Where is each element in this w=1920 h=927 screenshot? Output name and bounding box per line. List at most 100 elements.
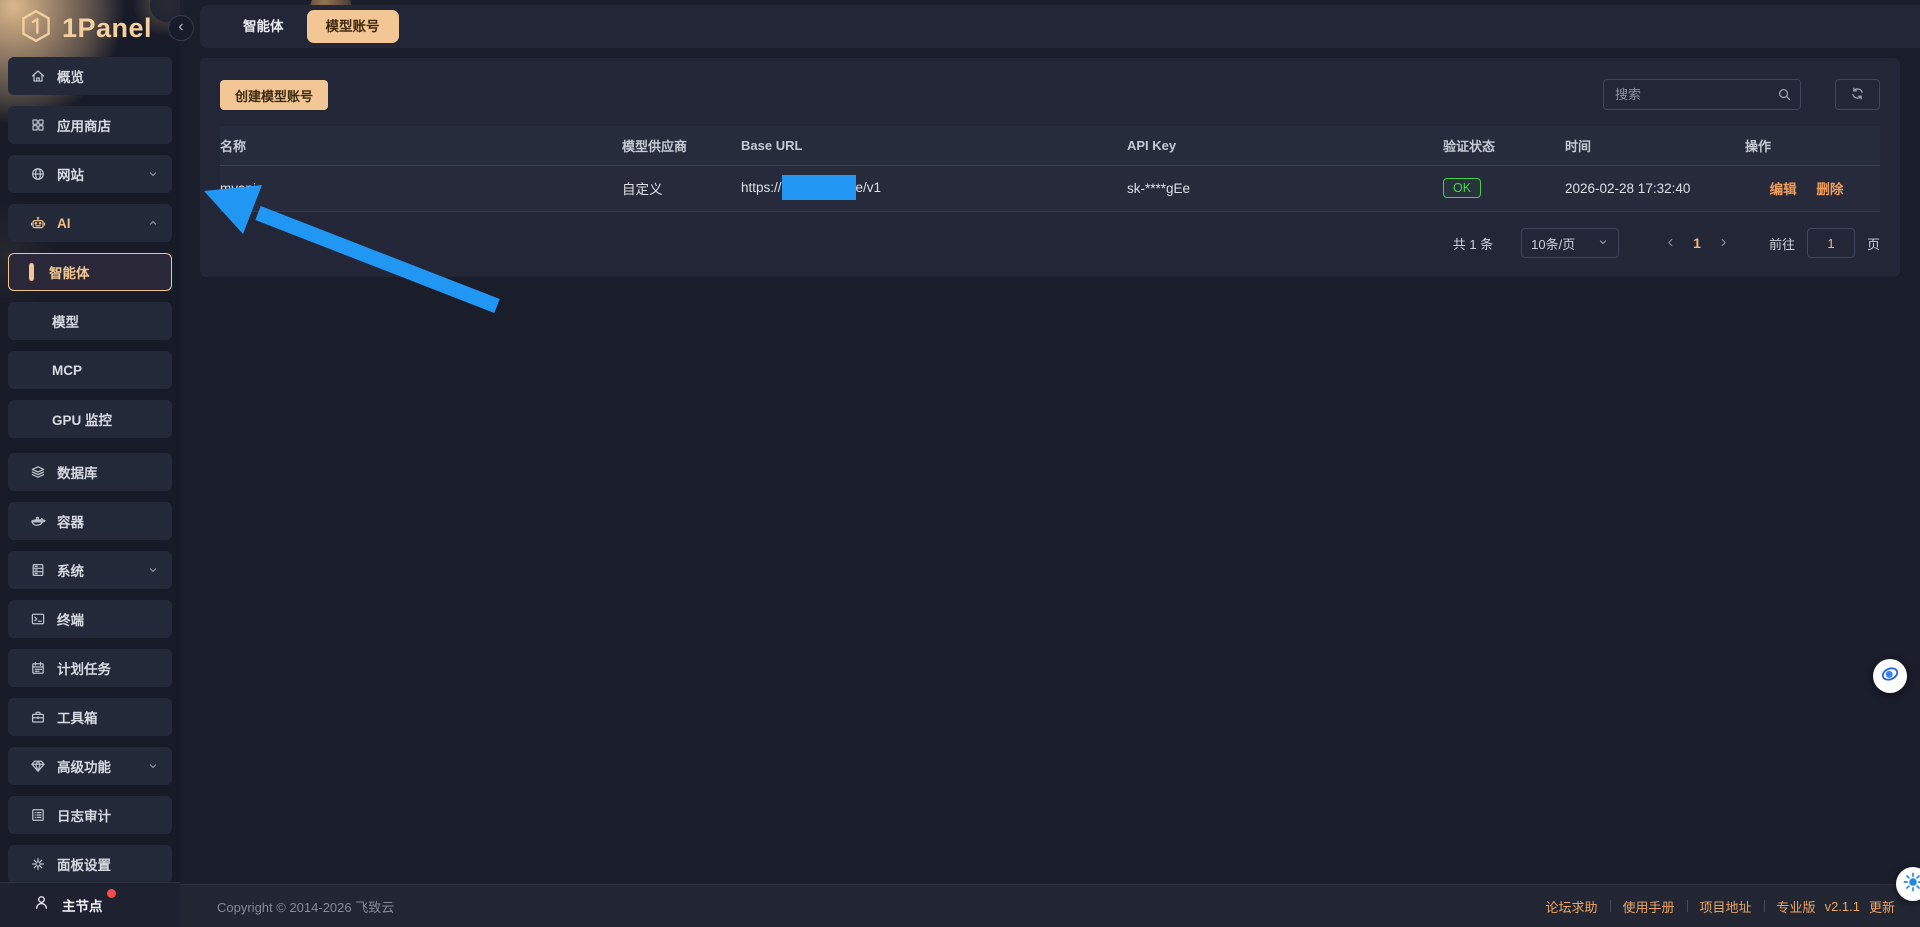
status-badge: OK: [1443, 178, 1481, 198]
docker-whale-icon: [30, 513, 46, 529]
tab-agent[interactable]: 智能体: [224, 10, 303, 43]
column-time: 时间: [1565, 126, 1745, 165]
sidebar: 1Panel 概览 应用商店 网站 AI 智能体 模型 MCP: [0, 0, 180, 927]
chevron-left-icon: [176, 19, 186, 37]
footer: Copyright © 2014-2026 飞致云 论坛求助 使用手册 项目地址…: [180, 884, 1920, 927]
sidebar-item-container[interactable]: 容器: [8, 502, 172, 540]
divider: [1610, 900, 1611, 912]
cell-provider: 自定义: [622, 165, 741, 211]
next-page-button[interactable]: [1713, 232, 1735, 254]
page-size-select[interactable]: 10条/页: [1521, 228, 1619, 258]
column-base-url: Base URL: [741, 126, 1127, 165]
column-name: 名称: [220, 126, 622, 165]
edit-link[interactable]: 编辑: [1770, 182, 1797, 197]
page-unit-label: 页: [1867, 234, 1880, 253]
divider: [1764, 900, 1765, 912]
sidebar-item-model[interactable]: 模型: [8, 302, 172, 340]
cell-status: OK: [1443, 165, 1565, 211]
diamond-icon: [30, 758, 46, 774]
app-logo: 1Panel: [18, 8, 152, 49]
sidebar-menu: 概览 应用商店 网站 AI 智能体 模型 MCP GPU 监控: [8, 57, 172, 894]
cell-actions: 编辑 删除: [1745, 165, 1880, 211]
create-model-account-button[interactable]: 创建模型账号: [220, 80, 328, 110]
goto-page-input[interactable]: [1807, 228, 1855, 258]
terminal-icon: [30, 611, 46, 627]
copyright-text: Copyright © 2014-2026 飞致云: [217, 897, 394, 916]
assistant-swirl-icon: [1878, 662, 1902, 691]
layers-icon: [30, 464, 46, 480]
column-provider: 模型供应商: [622, 126, 741, 165]
sidebar-item-log-audit[interactable]: 日志审计: [8, 796, 172, 834]
master-node-button[interactable]: 主节点: [0, 882, 180, 927]
current-page: 1: [1693, 235, 1701, 251]
search-input[interactable]: [1603, 79, 1801, 110]
chevron-down-icon: [147, 168, 159, 180]
sidebar-item-agent[interactable]: 智能体: [8, 253, 172, 291]
model-account-table: 名称 模型供应商 Base URL API Key 验证状态 时间 操作 mya…: [220, 126, 1880, 212]
toolbox-icon: [30, 709, 46, 725]
pagination-total: 共 1 条: [1453, 234, 1493, 253]
column-status: 验证状态: [1443, 126, 1565, 165]
cell-api-key: sk-****gEe: [1127, 165, 1443, 211]
top-tab-bar: 智能体 模型账号: [200, 5, 1920, 48]
column-actions: 操作: [1745, 126, 1880, 165]
search-icon: [1777, 87, 1792, 102]
goto-label: 前往: [1769, 234, 1795, 253]
prev-page-button[interactable]: [1659, 232, 1681, 254]
chevron-down-icon: [1597, 236, 1609, 251]
search-box: [1603, 79, 1801, 110]
active-bar-icon: [29, 263, 34, 281]
divider: [1687, 900, 1688, 912]
sidebar-item-ai[interactable]: AI: [8, 204, 172, 242]
sidebar-item-app-store[interactable]: 应用商店: [8, 106, 172, 144]
table-row: myapi 自定义 https://e/v1 sk-****gEe OK 202…: [220, 165, 1880, 211]
sidebar-item-website[interactable]: 网站: [8, 155, 172, 193]
forum-help-link[interactable]: 论坛求助: [1546, 897, 1598, 916]
sidebar-item-system[interactable]: 系统: [8, 551, 172, 589]
server-icon: [30, 562, 46, 578]
sidebar-item-toolbox[interactable]: 工具箱: [8, 698, 172, 736]
project-address-link[interactable]: 项目地址: [1700, 897, 1752, 916]
column-api-key: API Key: [1127, 126, 1443, 165]
hexagon-logo-icon: [18, 8, 54, 49]
sidebar-item-overview[interactable]: 概览: [8, 57, 172, 95]
globe-icon: [30, 166, 46, 182]
user-manual-link[interactable]: 使用手册: [1623, 897, 1675, 916]
chevron-up-icon: [147, 217, 159, 229]
user-icon: [33, 894, 50, 916]
sidebar-collapse-button[interactable]: [168, 15, 194, 41]
update-link[interactable]: 更新: [1869, 897, 1895, 916]
cell-base-url: https://e/v1: [741, 165, 1127, 211]
sun-icon: [1902, 871, 1920, 898]
delete-link[interactable]: 删除: [1816, 182, 1843, 197]
chevron-right-icon: [1718, 236, 1729, 251]
ai-assistant-float-button[interactable]: [1873, 659, 1907, 693]
refresh-button[interactable]: [1835, 79, 1880, 110]
sidebar-item-cron[interactable]: 计划任务: [8, 649, 172, 687]
grid-icon: [30, 117, 46, 133]
sidebar-item-terminal[interactable]: 终端: [8, 600, 172, 638]
list-icon: [30, 807, 46, 823]
cell-time: 2026-02-28 17:32:40: [1565, 165, 1745, 211]
sidebar-item-mcp[interactable]: MCP: [8, 351, 172, 389]
redaction-box: [782, 175, 856, 200]
app-title: 1Panel: [62, 13, 152, 44]
chevron-left-icon: [1665, 236, 1676, 251]
gear-icon: [30, 856, 46, 872]
sidebar-item-advanced[interactable]: 高级功能: [8, 747, 172, 785]
sidebar-item-panel-settings[interactable]: 面板设置: [8, 845, 172, 883]
home-icon: [30, 68, 46, 84]
chevron-down-icon: [147, 564, 159, 576]
table-header: 名称 模型供应商 Base URL API Key 验证状态 时间 操作: [220, 126, 1880, 165]
sidebar-item-gpu-monitor[interactable]: GPU 监控: [8, 400, 172, 438]
cell-name: myapi: [220, 165, 622, 211]
edition-label: 专业版: [1777, 897, 1816, 916]
pagination: 共 1 条 10条/页 1 前往 页: [1453, 228, 1880, 258]
chevron-down-icon: [147, 760, 159, 772]
refresh-icon: [1850, 86, 1865, 104]
version-label: v2.1.1: [1825, 899, 1860, 914]
sidebar-item-database[interactable]: 数据库: [8, 453, 172, 491]
robot-icon: [30, 215, 46, 231]
footer-links: 论坛求助 使用手册 项目地址 专业版 v2.1.1 更新: [1546, 897, 1896, 916]
tab-model-account[interactable]: 模型账号: [307, 10, 399, 43]
